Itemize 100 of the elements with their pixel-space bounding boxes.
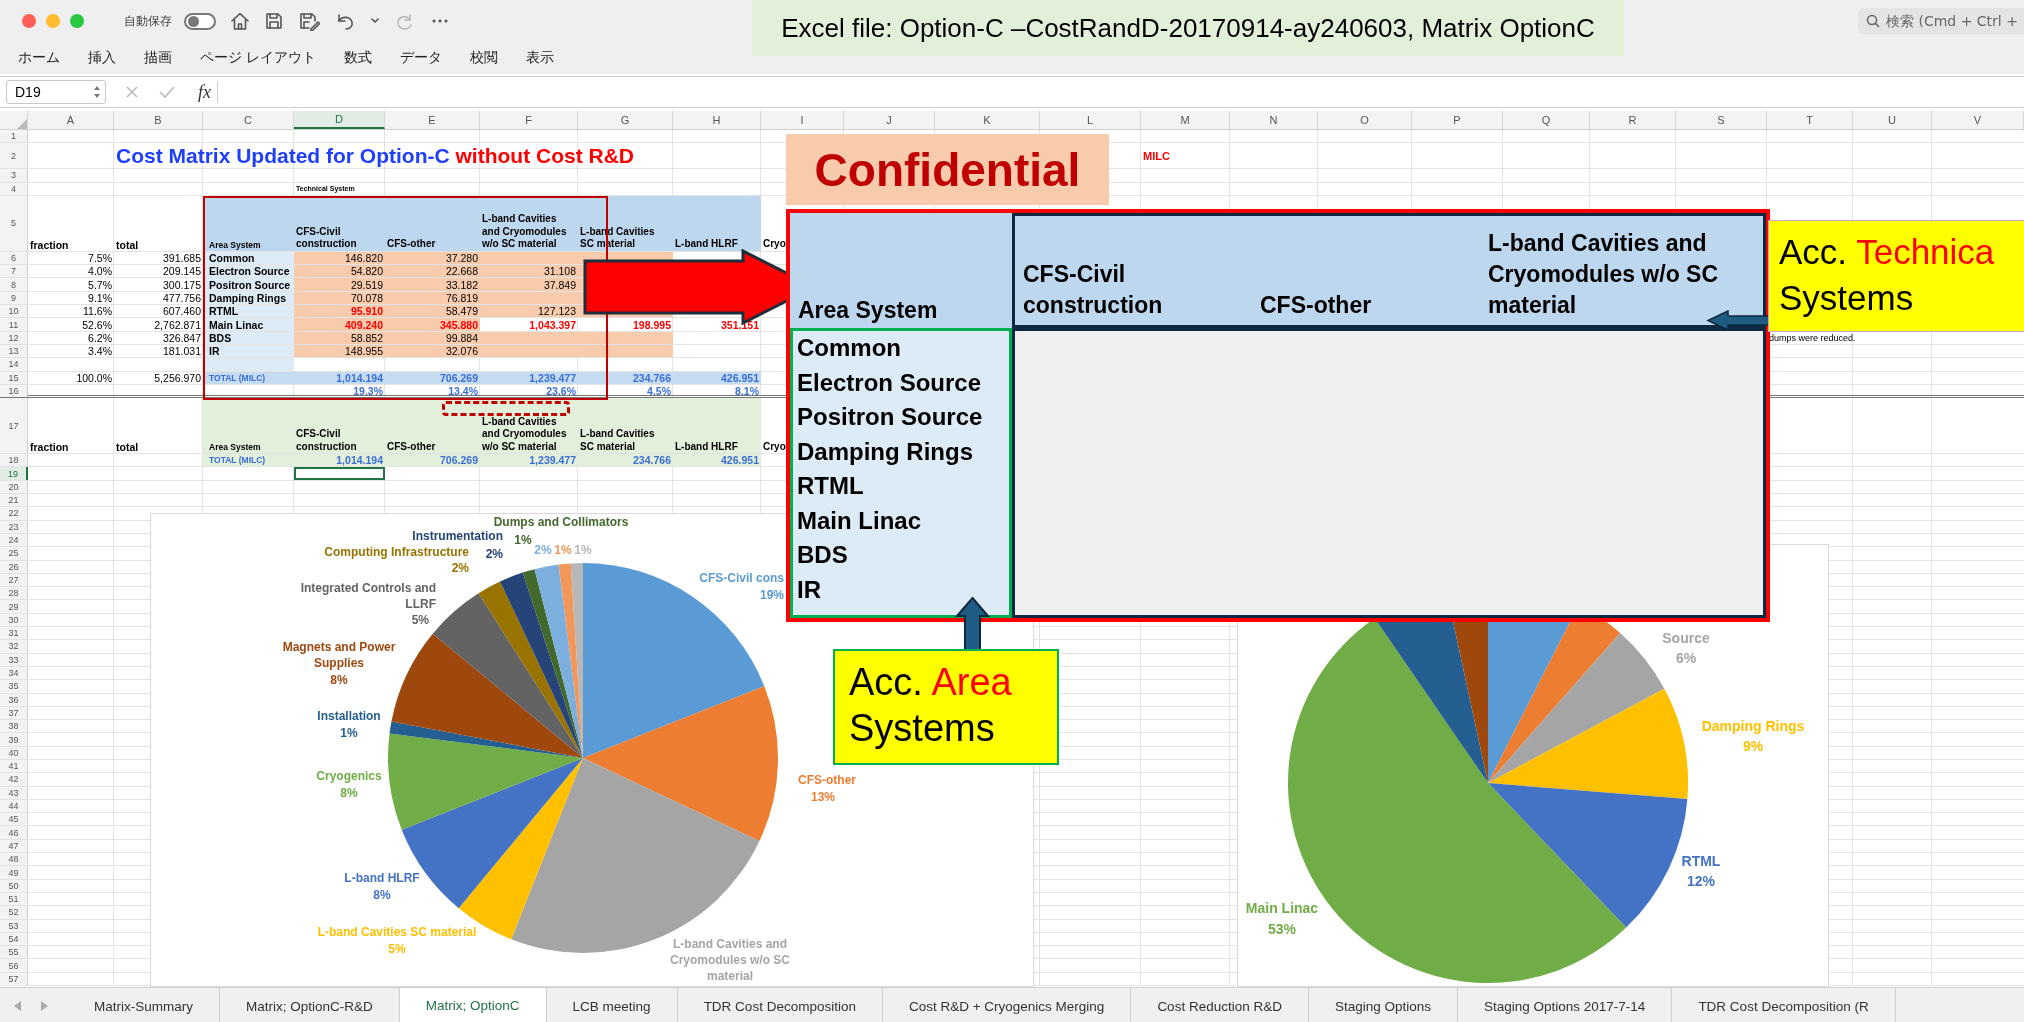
table-cell-text: 11.6%	[82, 305, 113, 318]
table-cell: 234.766	[578, 371, 673, 384]
table-cell-text: 2,762.871	[153, 318, 202, 331]
column-header[interactable]: A	[28, 111, 114, 129]
column-header[interactable]: V	[1932, 111, 2024, 129]
ribbon-tab[interactable]: 数式	[344, 49, 373, 67]
sheet-tab[interactable]: Staging Options 2017-7-14	[1458, 988, 1673, 1022]
table-cell: 99.884	[385, 331, 480, 344]
column-header[interactable]: I	[761, 111, 844, 129]
table-cell: 234.766	[578, 454, 673, 467]
sheet-tab[interactable]: Matrix; OptionC-R&D	[220, 988, 400, 1022]
ribbon-tab[interactable]: 描画	[144, 49, 172, 67]
table-cell: 32.076	[385, 344, 480, 358]
table-cell-text: 477.756	[162, 291, 202, 305]
table-cell: 31.108	[480, 265, 578, 278]
table-cell: 70.078	[294, 291, 385, 305]
column-header[interactable]: T	[1767, 111, 1853, 129]
table-cell: Positron Source	[203, 278, 294, 291]
column-header[interactable]: F	[480, 111, 578, 129]
sheet-tab[interactable]: Matrix; OptionC	[399, 988, 547, 1022]
column-header[interactable]: J	[844, 111, 935, 129]
table-cell-text: 351.151	[720, 318, 760, 331]
slice-label: Magnets and Power Supplies	[282, 640, 396, 670]
table-cell: BDS	[203, 331, 294, 344]
value-label: 8%	[330, 673, 348, 687]
column-header[interactable]: O	[1318, 111, 1412, 129]
value-label: 1%	[340, 726, 358, 740]
table-cell: 345.880	[385, 318, 480, 331]
value-label: 8%	[373, 888, 391, 902]
area-label: Positron Source	[797, 402, 984, 432]
column-header[interactable]: H	[673, 111, 761, 129]
slice-label: Damping Rings	[1701, 718, 1805, 734]
sheet-tab[interactable]: Cost R&D + Cryogenics Merging	[882, 988, 1132, 1022]
slice-label: Computing Infrastructure	[324, 545, 469, 559]
ribbon-tab[interactable]: 挿入	[88, 49, 116, 67]
table-cell: 95.910	[294, 305, 385, 318]
area-label: BDS	[797, 540, 849, 570]
table-cell: 148.955	[294, 344, 385, 358]
table-cell: 706.269	[385, 371, 480, 384]
column-header[interactable]: G	[578, 111, 673, 129]
table-cell: 426.951	[673, 371, 761, 384]
ribbon-tab[interactable]: 校閲	[470, 49, 499, 67]
column-header[interactable]: D	[294, 111, 385, 129]
column-header[interactable]: P	[1412, 111, 1503, 129]
sheet-title: Cost Matrix Updated for Option-C without Cost R&D	[116, 144, 634, 169]
ribbon-tab[interactable]: ホーム	[18, 49, 60, 67]
area-label: Main Linac	[797, 505, 923, 536]
sheet-tab[interactable]: Matrix-Summary	[68, 988, 220, 1022]
ribbon-tab[interactable]: 表示	[526, 49, 555, 67]
table-cell-text: 8.1%	[734, 384, 760, 397]
column-header[interactable]: M	[1141, 111, 1230, 129]
value-label: 5%	[411, 613, 429, 627]
row-header[interactable]: 19	[0, 467, 28, 480]
ribbon-tab[interactable]: ページ レイアウト	[200, 49, 317, 67]
function-button[interactable]: fx	[192, 81, 218, 103]
ribbon-tab[interactable]: データ	[400, 49, 443, 67]
slice-label: Instrumentation	[412, 529, 503, 543]
area-label: RTML	[797, 471, 865, 501]
column-header[interactable]: U	[1853, 111, 1932, 129]
column-header[interactable]: N	[1230, 111, 1318, 129]
sheet-tab[interactable]: Cost Reduction R&D	[1131, 988, 1309, 1022]
value-label: 2%	[534, 543, 552, 557]
column-heading: CFS-other	[387, 238, 436, 251]
table-cell: 76.819	[385, 291, 480, 305]
sheet-tab[interactable]: LCB meeting	[546, 988, 678, 1022]
table-cell-text: 5,256.970	[153, 371, 202, 384]
slice-label: Main Linac	[1245, 900, 1319, 916]
table-cell: TOTAL (MILC)	[203, 371, 294, 384]
table-cell: Common	[203, 251, 294, 265]
note-text: dumps were reduced.	[1769, 331, 1856, 344]
column-header[interactable]: R	[1590, 111, 1676, 129]
column-header[interactable]: K	[935, 111, 1040, 129]
column-header[interactable]: L	[1040, 111, 1141, 129]
value-label: 2%	[485, 547, 503, 561]
column-heading: L-band Cavities and Cryomodules w/o SC material	[1488, 229, 1720, 320]
table-cell: Main Linac	[203, 318, 294, 331]
table-cell: Area System	[203, 195, 294, 251]
table-cell: 426.951	[673, 454, 761, 467]
sheet-tab[interactable]: TDR Cost Decomposition (R	[1672, 988, 1896, 1022]
slice-label: Dumps and Collimators	[493, 515, 629, 529]
name-box[interactable]: D19	[6, 80, 106, 104]
table-cell: RTML	[203, 305, 294, 318]
slice-label: Cryogenics	[316, 769, 382, 783]
table-cell: Electron Source	[203, 265, 294, 278]
column-header[interactable]: B	[114, 111, 203, 129]
column-header[interactable]: S	[1676, 111, 1767, 129]
sheet-tab[interactable]: TDR Cost Decomposition	[677, 988, 883, 1022]
table-cell-text: 52.6%	[81, 318, 113, 331]
table-cell-text: 607.460	[162, 305, 202, 318]
area-label: IR	[797, 574, 822, 605]
sheet-tab[interactable]: Staging Options	[1308, 988, 1458, 1022]
table-cell-text: 391.685	[162, 251, 202, 265]
value-label: 53%	[1268, 921, 1296, 937]
table-cell-text: 5.7%	[87, 278, 113, 291]
table-cell-text: 181.031	[162, 344, 202, 358]
table-cell-text: 13.4%	[447, 384, 479, 397]
column-header[interactable]: E	[385, 111, 480, 129]
column-header[interactable]: Q	[1503, 111, 1590, 129]
table-cell-text: total	[115, 237, 140, 251]
search-field[interactable]: 検索 (Cmd + Ctrl +	[1858, 8, 2024, 34]
